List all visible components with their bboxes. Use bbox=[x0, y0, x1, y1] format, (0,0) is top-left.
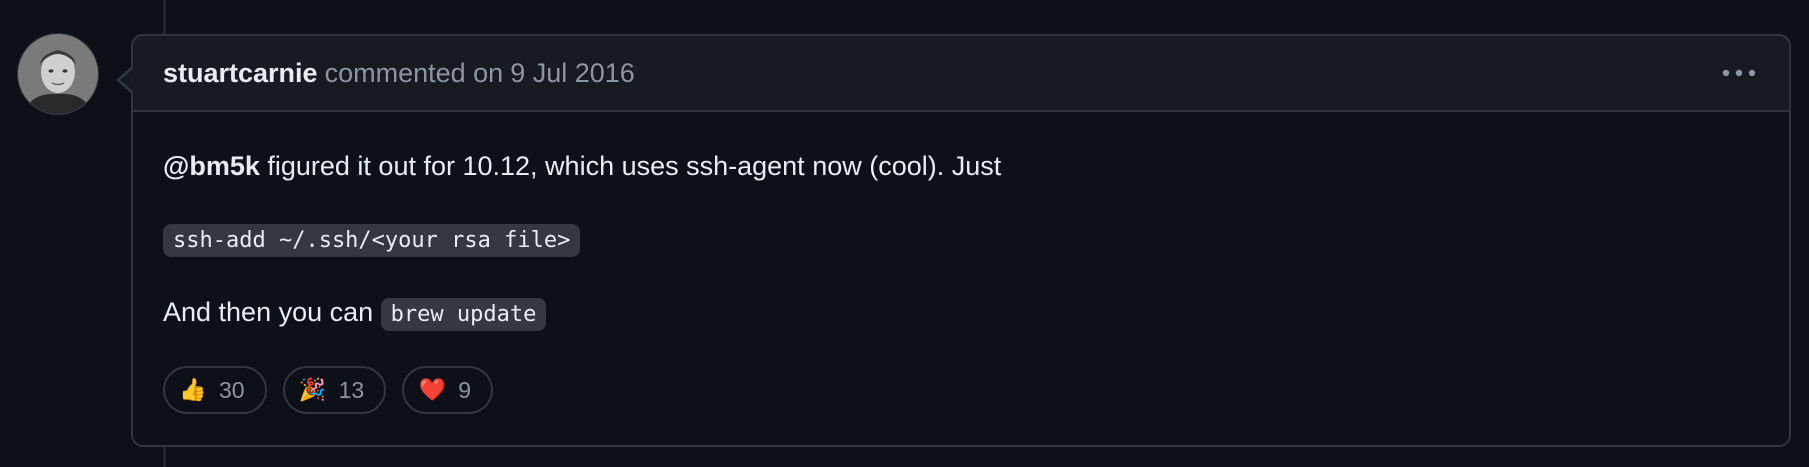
comment-header: stuartcarnie commented on 9 Jul 2016 bbox=[133, 36, 1789, 112]
tada-icon: 🎉 bbox=[298, 377, 327, 403]
comment-action-text: commented on bbox=[324, 57, 504, 88]
comment-box: stuartcarnie commented on 9 Jul 2016 @bm… bbox=[116, 34, 1791, 447]
thumbs-up-icon: 👍 bbox=[179, 377, 207, 403]
comment-paragraph-1: @bm5k figured it out for 10.12, which us… bbox=[163, 148, 1001, 184]
heart-icon: ❤️ bbox=[418, 377, 446, 403]
inline-code-brew-update: brew update bbox=[380, 298, 547, 331]
comment-date-link[interactable]: 9 Jul 2016 bbox=[510, 58, 635, 89]
comment-paragraph-2: ssh-add ~/.ssh/<your rsa file> bbox=[163, 220, 581, 259]
avatar-photo bbox=[18, 34, 98, 114]
reaction-thumbs-up-button[interactable]: 👍 30 bbox=[163, 366, 267, 414]
more-options-button[interactable] bbox=[1719, 58, 1759, 88]
avatar[interactable] bbox=[18, 34, 98, 114]
author-link[interactable]: stuartcarnie bbox=[163, 58, 318, 89]
comment-paragraph-3: And then you can brew update bbox=[163, 294, 547, 333]
reaction-tada-button[interactable]: 🎉 13 bbox=[282, 366, 387, 414]
reaction-count: 30 bbox=[219, 376, 245, 403]
paragraph-3-text: And then you can bbox=[163, 297, 381, 327]
reaction-count: 9 bbox=[458, 376, 471, 403]
comment-caret-fill bbox=[120, 68, 134, 92]
reaction-heart-button[interactable]: ❤️ 9 bbox=[402, 366, 493, 414]
paragraph-1-text: figured it out for 10.12, which uses ssh… bbox=[259, 151, 1002, 181]
user-mention-link[interactable]: @bm5k bbox=[163, 151, 260, 181]
kebab-horizontal-icon bbox=[1722, 69, 1756, 77]
reaction-count: 13 bbox=[338, 376, 365, 403]
inline-code-ssh-add: ssh-add ~/.ssh/<your rsa file> bbox=[163, 224, 581, 257]
reactions-bar: 👍 30 🎉 13 ❤️ 9 bbox=[163, 366, 493, 414]
